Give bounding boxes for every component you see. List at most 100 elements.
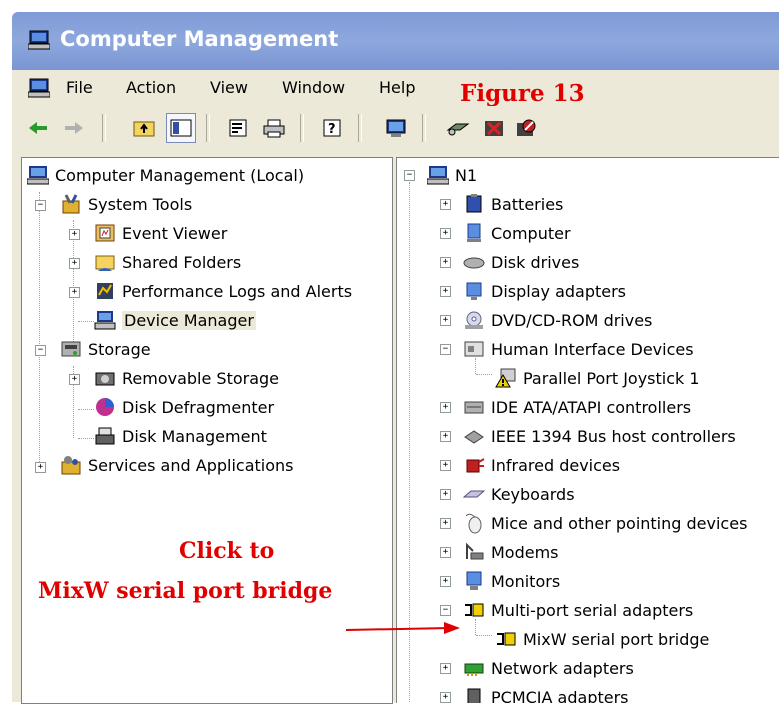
- scan-hardware-icon[interactable]: [444, 114, 472, 142]
- tree-item-network-adapters[interactable]: Network adapters: [463, 655, 634, 681]
- mouse-icon: [463, 512, 485, 534]
- tree-item-pcmcia-adapters[interactable]: PCMCIA adapters: [463, 684, 629, 703]
- ide-controller-icon: [463, 396, 485, 418]
- battery-icon: [463, 193, 485, 215]
- tree-item-mice[interactable]: Mice and other pointing devices: [463, 510, 747, 536]
- expand-toggle[interactable]: +: [69, 287, 80, 298]
- tree-label: N1: [455, 165, 478, 185]
- print-icon[interactable]: [260, 114, 288, 142]
- tree-item-storage[interactable]: Storage: [60, 336, 151, 362]
- collapse-toggle[interactable]: −: [35, 200, 46, 211]
- tree-item-dvd-cd-rom[interactable]: DVD/CD-ROM drives: [463, 307, 652, 333]
- tree-item-computer-management-local[interactable]: Computer Management (Local): [26, 162, 304, 188]
- serial-adapter-icon: [495, 628, 517, 650]
- tree-item-system-tools[interactable]: System Tools: [60, 191, 192, 217]
- tree-item-services-and-applications[interactable]: Services and Applications: [60, 452, 293, 478]
- expand-toggle[interactable]: +: [69, 258, 80, 269]
- dvd-drive-icon: [463, 309, 485, 331]
- tree-item-mixw-serial-port-bridge[interactable]: MixW serial port bridge: [495, 626, 709, 652]
- collapse-toggle[interactable]: −: [404, 170, 415, 181]
- figure-caption: Figure 13: [460, 80, 585, 107]
- menu-file[interactable]: File: [66, 78, 93, 97]
- expand-toggle[interactable]: +: [440, 547, 451, 558]
- expand-toggle[interactable]: +: [69, 374, 80, 385]
- console-icon[interactable]: [382, 114, 410, 142]
- tree-label: Keyboards: [491, 484, 575, 504]
- performance-logs-icon: [94, 280, 116, 302]
- expand-toggle[interactable]: +: [440, 460, 451, 471]
- tree-label: DVD/CD-ROM drives: [491, 310, 653, 330]
- hid-icon: [463, 338, 485, 360]
- collapse-toggle[interactable]: −: [440, 605, 451, 616]
- disable-icon[interactable]: [512, 114, 540, 142]
- expand-toggle[interactable]: +: [440, 286, 451, 297]
- tree-item-display-adapters[interactable]: Display adapters: [463, 278, 626, 304]
- tree-item-shared-folders[interactable]: Shared Folders: [94, 249, 241, 275]
- window-title: Computer Management: [60, 27, 339, 51]
- tree-item-ieee-1394[interactable]: IEEE 1394 Bus host controllers: [463, 423, 736, 449]
- tree-label: Disk Management: [122, 426, 267, 446]
- tree-item-modems[interactable]: Modems: [463, 539, 559, 565]
- tree-label: Storage: [88, 339, 151, 359]
- tree-label: Infrared devices: [491, 455, 621, 475]
- tree-item-disk-defragmenter[interactable]: Disk Defragmenter: [94, 394, 274, 420]
- expand-toggle[interactable]: +: [35, 462, 46, 473]
- back-icon[interactable]: [24, 114, 52, 142]
- tree-item-batteries[interactable]: Batteries: [463, 191, 563, 217]
- tools-icon: [60, 193, 82, 215]
- expand-toggle[interactable]: +: [440, 431, 451, 442]
- tree-item-monitors[interactable]: Monitors: [463, 568, 560, 594]
- show-hide-tree-icon[interactable]: [166, 113, 196, 143]
- forward-icon[interactable]: [60, 114, 88, 142]
- collapse-toggle[interactable]: −: [35, 345, 46, 356]
- tree-label: Device Manager: [122, 310, 256, 330]
- menu-view[interactable]: View: [210, 78, 248, 97]
- event-viewer-icon: [94, 222, 116, 244]
- up-folder-icon[interactable]: [130, 114, 158, 142]
- tree-label: Performance Logs and Alerts: [122, 281, 353, 301]
- expand-toggle[interactable]: +: [440, 315, 451, 326]
- tree-item-disk-drives[interactable]: Disk drives: [463, 249, 579, 275]
- device-manager-icon: [94, 309, 116, 331]
- tree-item-removable-storage[interactable]: Removable Storage: [94, 365, 279, 391]
- uninstall-icon[interactable]: [480, 114, 508, 142]
- menu-help[interactable]: Help: [379, 78, 415, 97]
- tree-item-performance-logs[interactable]: Performance Logs and Alerts: [94, 278, 352, 304]
- help-icon[interactable]: ?: [318, 114, 346, 142]
- tree-item-human-interface-devices[interactable]: Human Interface Devices: [463, 336, 694, 362]
- expand-toggle[interactable]: +: [440, 663, 451, 674]
- tree-label: Mice and other pointing devices: [491, 513, 748, 533]
- computer-icon: [26, 164, 50, 186]
- expand-toggle[interactable]: +: [440, 257, 451, 268]
- menu-window[interactable]: Window: [282, 78, 345, 97]
- console-tree-pane[interactable]: − + + + − + + Computer Management (Local…: [21, 157, 393, 704]
- tree-item-ide-controllers[interactable]: IDE ATA/ATAPI controllers: [463, 394, 691, 420]
- expand-toggle[interactable]: +: [69, 229, 80, 240]
- tree-item-keyboards[interactable]: Keyboards: [462, 481, 575, 507]
- collapse-toggle[interactable]: −: [440, 344, 451, 355]
- expand-toggle[interactable]: +: [440, 402, 451, 413]
- tree-item-disk-management[interactable]: Disk Management: [94, 423, 267, 449]
- tree-label: PCMCIA adapters: [491, 687, 629, 704]
- tree-item-parallel-port-joystick[interactable]: Parallel Port Joystick 1: [495, 365, 700, 391]
- toolbar-separator: [300, 114, 304, 142]
- system-menu-icon[interactable]: [27, 78, 51, 102]
- expand-toggle[interactable]: +: [440, 576, 451, 587]
- tree-item-multi-port-serial-adapters[interactable]: Multi-port serial adapters: [463, 597, 693, 623]
- tree-item-computer[interactable]: Computer: [463, 220, 571, 246]
- tree-item-event-viewer[interactable]: Event Viewer: [94, 220, 227, 246]
- properties-icon[interactable]: [224, 114, 252, 142]
- tree-label: MixW serial port bridge: [523, 629, 710, 649]
- expand-toggle[interactable]: +: [440, 199, 451, 210]
- tree-label: IEEE 1394 Bus host controllers: [491, 426, 736, 446]
- menu-action[interactable]: Action: [126, 78, 176, 97]
- expand-toggle[interactable]: +: [440, 692, 451, 703]
- tree-item-infrared[interactable]: Infrared devices: [463, 452, 620, 478]
- expand-toggle[interactable]: +: [440, 228, 451, 239]
- tree-item-device-manager[interactable]: Device Manager: [94, 307, 256, 333]
- ieee1394-icon: [463, 425, 485, 447]
- expand-toggle[interactable]: +: [440, 489, 451, 500]
- tree-item-n1[interactable]: N1: [426, 162, 478, 188]
- expand-toggle[interactable]: +: [440, 518, 451, 529]
- toolbar-separator: [206, 114, 210, 142]
